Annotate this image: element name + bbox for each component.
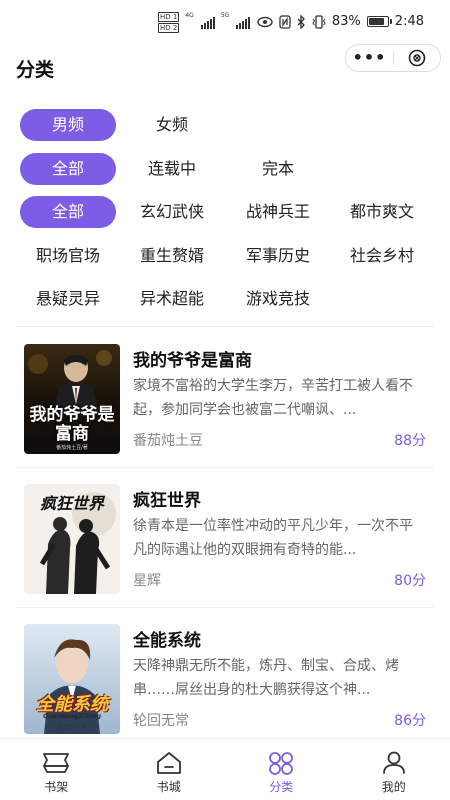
tab-profile[interactable]: 我的	[338, 739, 450, 800]
signal-icon	[200, 16, 215, 29]
cover-title: 疯狂世界	[39, 494, 104, 513]
book-score: 80分	[394, 573, 426, 589]
filter-genre-item[interactable]: 悬疑灵异	[20, 283, 116, 315]
filter-gender-female[interactable]: 女频	[124, 109, 220, 141]
category-icon	[269, 752, 294, 775]
book-author: 番茄炖土豆	[133, 433, 203, 449]
cover-author: 番茄炖土豆/著	[56, 445, 88, 451]
filter-genre-item[interactable]: 玄幻武侠	[124, 196, 220, 228]
more-button[interactable]: •••	[346, 45, 393, 71]
book-list-item[interactable]: 我的爷爷是富商 番茄炖土豆/著 我的爷爷是富商 家境不富裕的大学生李万，辛苦打工…	[0, 336, 450, 476]
book-list-item[interactable]: 全能系统 QuanNengXiTong 轮回无常◎著 全能系统 天降神鼎无所不能…	[0, 616, 450, 756]
battery-percent: 83%	[331, 14, 361, 29]
book-author: 轮回无常	[133, 713, 189, 729]
nfc-icon	[279, 14, 291, 29]
system-indicators: 83% 2:48	[257, 14, 424, 29]
close-button[interactable]	[394, 49, 440, 67]
tab-label: 我的	[381, 780, 406, 794]
filter-genre-item[interactable]: 都市爽文	[334, 196, 430, 228]
filter-genre-item[interactable]: 战神兵王	[230, 196, 326, 228]
tab-category[interactable]: 分类	[225, 739, 338, 800]
eye-icon	[257, 16, 273, 27]
profile-icon	[382, 751, 405, 774]
tab-bookstore[interactable]: 书城	[113, 739, 226, 800]
signal-indicators: HD 1 HD 2 4G 5G	[158, 12, 251, 33]
book-title: 疯狂世界	[133, 491, 201, 511]
filter-genre-item[interactable]: 异术超能	[124, 283, 220, 315]
cover-title: 我的爷爷是富商	[29, 405, 115, 444]
book-author: 星辉	[133, 573, 161, 589]
clock: 2:48	[394, 14, 424, 29]
book-title: 全能系统	[133, 631, 201, 651]
bookshelf-icon	[43, 753, 70, 773]
bookstore-icon	[156, 752, 181, 774]
book-title: 我的爷爷是富商	[133, 351, 252, 371]
filter-genre-item[interactable]: 游戏竞技	[230, 283, 326, 315]
book-cover: 全能系统 QuanNengXiTong 轮回无常◎著	[24, 624, 120, 734]
book-description: 徐青本是一位率性冲动的平凡少年，一次不平凡的际遇让他的双眼拥有奇特的能...	[133, 518, 413, 558]
tab-label: 书架	[44, 780, 69, 794]
book-description: 家境不富裕的大学生李万，辛苦打工被人看不起，参加同学会也被富二代嘲讽、...	[133, 378, 413, 418]
filter-status-ongoing[interactable]: 连载中	[124, 153, 220, 185]
battery-icon	[366, 16, 392, 27]
tab-label: 分类	[269, 780, 294, 794]
sim1-label: HD 1	[158, 12, 180, 22]
list-divider	[16, 467, 434, 468]
book-description: 天降神鼎无所不能，炼丹、制宝、合成、烤串……屌丝出身的杜大鹏获得这个神...	[133, 658, 399, 698]
tab-bookshelf[interactable]: 书架	[0, 739, 113, 800]
sim2-label: HD 2	[158, 23, 180, 33]
cover-subtitle: QuanNengXiTong	[42, 713, 102, 720]
bluetooth-icon	[297, 14, 305, 29]
filter-divider	[16, 326, 434, 327]
tab-label: 书城	[156, 780, 181, 794]
book-score: 88分	[394, 433, 426, 449]
filter-gender-male[interactable]: 男频	[20, 109, 116, 141]
list-divider	[16, 607, 434, 608]
book-score: 86分	[394, 713, 426, 729]
mini-program-capsule: •••	[345, 44, 441, 72]
signal-icon	[236, 16, 251, 29]
book-list-item[interactable]: 疯狂世界 疯狂世界 徐青本是一位率性冲动的平凡少年，一次不平凡的际遇让他的双眼拥…	[0, 476, 450, 616]
network-type-2: 5G	[220, 12, 230, 19]
book-cover: 我的爷爷是富商 番茄炖土豆/著	[24, 344, 120, 454]
status-bar: HD 1 HD 2 4G 5G 83% 2:48	[0, 0, 450, 44]
filter-genre-item[interactable]: 社会乡村	[334, 240, 430, 272]
filter-genre-item[interactable]: 职场官场	[20, 240, 116, 272]
filter-genre-item[interactable]: 军事历史	[230, 240, 326, 272]
filter-status-all[interactable]: 全部	[20, 153, 116, 185]
network-type-1: 4G	[185, 12, 194, 19]
filter-status-completed[interactable]: 完本	[230, 153, 326, 185]
page-title: 分类	[16, 59, 55, 81]
bottom-tab-bar: 书架 书城 分类 我的	[0, 738, 450, 800]
book-cover: 疯狂世界	[24, 484, 120, 594]
filter-genre-item[interactable]: 重生赘婿	[124, 240, 220, 272]
filter-genre-all[interactable]: 全部	[20, 196, 116, 228]
close-circle-icon	[408, 49, 426, 67]
cover-author: 轮回无常◎著	[57, 724, 87, 730]
vibrate-icon	[312, 14, 326, 29]
